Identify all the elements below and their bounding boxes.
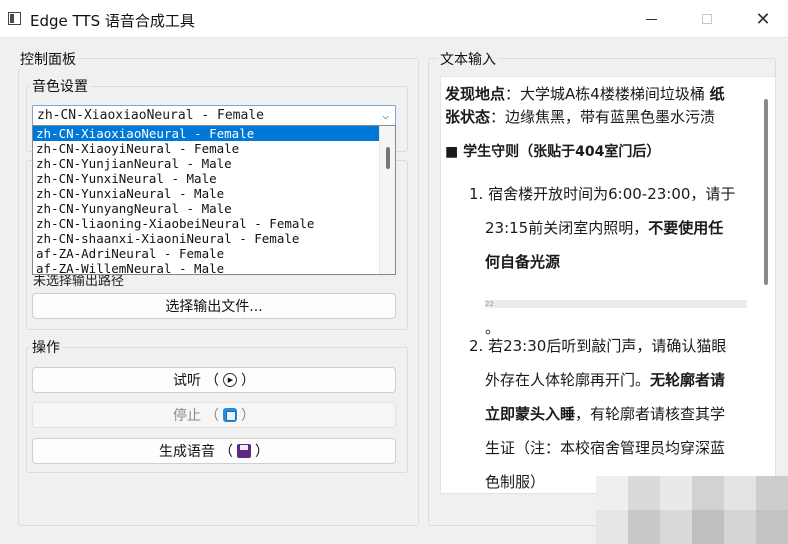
- minimize-icon: [645, 18, 657, 20]
- paren: ）: [255, 444, 269, 460]
- app-icon: [8, 12, 21, 25]
- section-title: 学生守则（张贴于404室门后）: [463, 144, 661, 160]
- listen-label: 试听: [173, 373, 201, 389]
- stop-label: 停止: [173, 408, 201, 424]
- voice-option[interactable]: af-ZA-WillemNeural - Male: [33, 261, 395, 274]
- voice-option[interactable]: zh-CN-YunyangNeural - Male: [33, 201, 395, 216]
- voice-option[interactable]: zh-CN-YunxiaNeural - Male: [33, 186, 395, 201]
- rule1-line2-bold: 不要使用任: [648, 219, 724, 237]
- state-label: 张状态: [445, 108, 491, 126]
- minimize-button[interactable]: [628, 0, 674, 38]
- rule2-line5: 色制服）: [485, 473, 546, 491]
- close-icon: ✕: [755, 8, 771, 30]
- divider: [485, 300, 747, 308]
- listen-button[interactable]: 试听 （ ▶ ）: [32, 367, 396, 393]
- rule1-line2: 23:15前关闭室内照明，: [485, 219, 649, 237]
- rule2-line1: 若23:30后听到敲门声，请确认猫眼: [488, 337, 727, 355]
- control-panel-title: 控制面板: [18, 49, 78, 69]
- chevron-down-icon: ⌵: [382, 109, 389, 122]
- location-label: 发现地点: [445, 85, 506, 103]
- window-title: Edge TTS 语音合成工具: [30, 12, 195, 30]
- editor-scrollbar[interactable]: [757, 77, 775, 493]
- choose-output-button[interactable]: 选择输出文件...: [32, 293, 396, 319]
- rule1-number: 1.: [469, 185, 484, 203]
- section-bullet: ■: [445, 144, 459, 160]
- maximize-button[interactable]: [684, 0, 730, 38]
- state-text: ：边缘焦黑，带有蓝黑色墨水污渍: [490, 108, 716, 126]
- voice-option[interactable]: zh-CN-XiaoyiNeural - Female: [33, 141, 395, 156]
- voice-option[interactable]: zh-CN-YunxiNeural - Male: [33, 171, 395, 186]
- stop-icon: [223, 408, 237, 422]
- voice-option[interactable]: af-ZA-AdriNeural - Female: [33, 246, 395, 261]
- play-icon: ▶: [223, 373, 237, 387]
- location-text: ：大学城A栋4楼楼梯间垃圾桶: [505, 85, 705, 103]
- voice-select-value: zh-CN-XiaoxiaoNeural - Female: [37, 108, 264, 123]
- rule2-line2-bold: 无轮廓者请: [650, 371, 726, 389]
- voice-dropdown-list: zh-CN-XiaoxiaoNeural - Female zh-CN-Xiao…: [32, 125, 396, 275]
- generate-button[interactable]: 生成语音 （ ）: [32, 438, 396, 464]
- dropdown-scroll-thumb[interactable]: [386, 147, 390, 169]
- voice-option[interactable]: zh-CN-liaoning-XiaobeiNeural - Female: [33, 216, 395, 231]
- voice-select[interactable]: zh-CN-XiaoxiaoNeural - Female ⌵: [32, 105, 396, 126]
- text-editor[interactable]: 发现地点：大学城A栋4楼楼梯间垃圾桶 纸 张状态：边缘焦黑，带有蓝黑色墨水污渍 …: [440, 76, 776, 494]
- voice-option[interactable]: zh-CN-YunjianNeural - Male: [33, 156, 395, 171]
- rule1-line3: 何自备光源: [485, 253, 561, 271]
- maximize-icon: [702, 14, 712, 24]
- dropdown-scrollbar[interactable]: [379, 126, 395, 274]
- paren: （: [219, 444, 233, 460]
- marker-text: 22: [485, 300, 494, 308]
- rule2-line4: 生证（注：本校宿舍管理员均穿深蓝: [485, 439, 726, 457]
- stop-button[interactable]: 停止 （ ）: [32, 402, 396, 428]
- rule1-line1: 宿舍楼开放时间为6:00-23:00，请于: [488, 185, 736, 203]
- rule2-line3: ，有轮廓者请核查其学: [575, 405, 726, 423]
- save-icon: [237, 444, 251, 458]
- paren: ）: [241, 373, 255, 389]
- rule2-line3-bold: 立即蒙头入睡: [485, 405, 576, 423]
- close-button[interactable]: ✕: [740, 0, 786, 38]
- paren: ）: [241, 408, 255, 424]
- actions-title: 操作: [30, 337, 62, 357]
- title-bar: Edge TTS 语音合成工具 ✕: [0, 0, 788, 38]
- voice-settings-title: 音色设置: [30, 76, 90, 96]
- generate-label: 生成语音: [159, 444, 215, 460]
- voice-option[interactable]: zh-CN-shaanxi-XiaoniNeural - Female: [33, 231, 395, 246]
- text-input-title: 文本输入: [438, 49, 498, 69]
- voice-option[interactable]: zh-CN-XiaoxiaoNeural - Female: [33, 126, 395, 141]
- pixelated-region: [596, 476, 788, 544]
- rule2-number: 2.: [469, 337, 484, 355]
- location-tail: 纸: [709, 85, 725, 103]
- choose-output-label: 选择输出文件...: [165, 299, 263, 315]
- paren: （: [205, 408, 219, 424]
- editor-scroll-thumb[interactable]: [764, 99, 768, 285]
- rule2-line2: 外存在人体轮廓再开门。: [485, 371, 651, 389]
- paren: （: [205, 373, 219, 389]
